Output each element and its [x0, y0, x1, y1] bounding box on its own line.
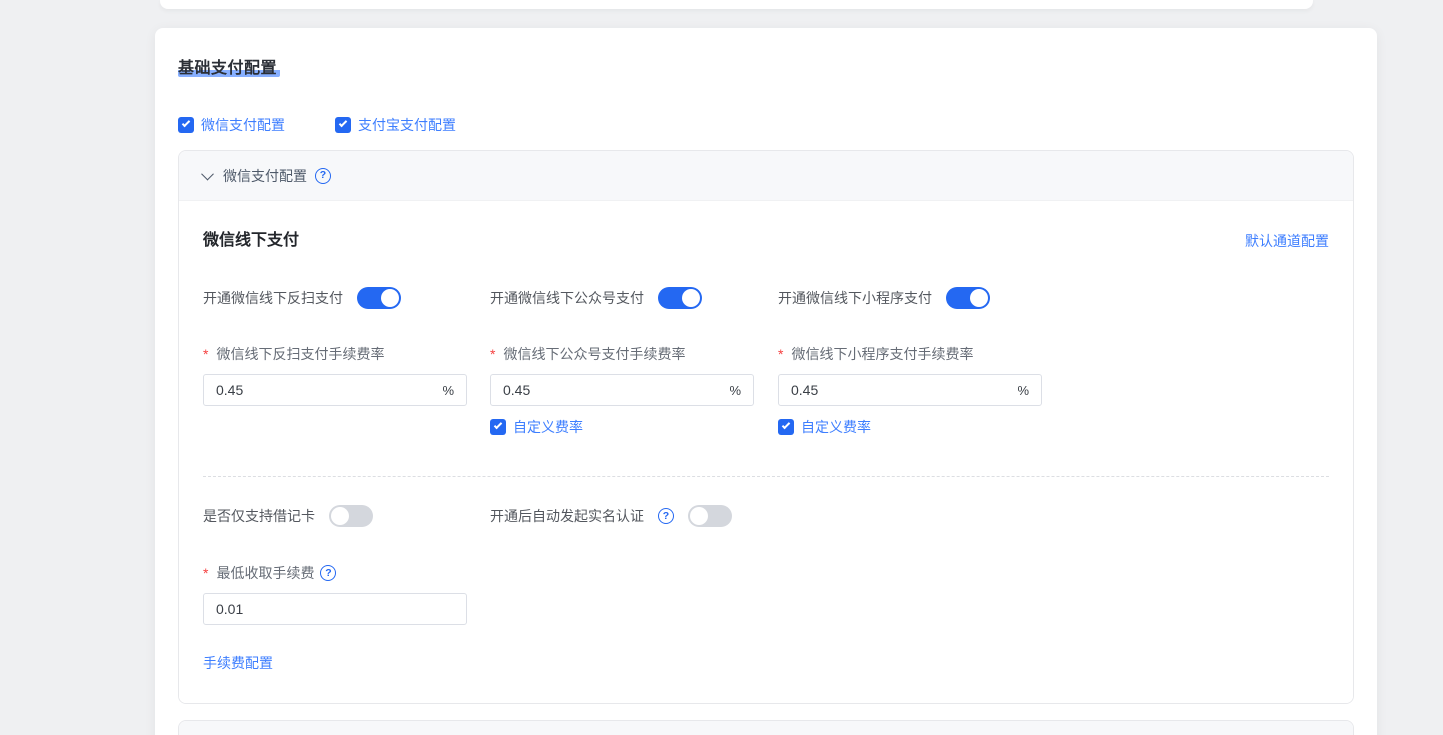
custom-rate-label: 自定义费率	[801, 419, 871, 435]
alipay-config-checkbox[interactable]: 支付宝支付配置	[335, 117, 456, 133]
mini-program-toggle[interactable]	[946, 287, 990, 309]
required-mark: *	[203, 347, 208, 362]
mini-program-custom-rate-checkbox[interactable]: 自定义费率	[778, 419, 1329, 435]
chevron-down-icon[interactable]	[201, 168, 214, 181]
mini-program-rate-input[interactable]	[791, 382, 1017, 398]
reverse-scan-rate-field: * 微信线下反扫支付手续费率 %	[203, 347, 490, 406]
toggle-knob	[970, 289, 988, 307]
percent-suffix: %	[729, 383, 741, 398]
min-fee-input[interactable]	[216, 601, 454, 617]
official-account-toggle-label: 开通微信线下公众号支付	[490, 287, 644, 309]
payment-type-checkbox-row: 微信支付配置 支付宝支付配置	[178, 117, 1354, 133]
offline-payment-section-head: 微信线下支付 默认通道配置	[203, 231, 1329, 251]
wechat-panel-body: 微信线下支付 默认通道配置 开通微信线下反扫支付 开通微信线下公众号支付 开通微…	[179, 201, 1353, 703]
debit-only-toggle-cell: 是否仅支持借记卡	[203, 505, 490, 527]
alipay-panel-header[interactable]: 支付宝支付配置	[179, 721, 1353, 735]
toggle-knob	[331, 507, 349, 525]
mini-program-rate-input-wrap: %	[778, 374, 1042, 406]
fee-config-link[interactable]: 手续费配置	[203, 654, 273, 672]
official-account-rate-input-wrap: %	[490, 374, 754, 406]
official-account-toggle[interactable]	[658, 287, 702, 309]
reverse-scan-toggle-cell: 开通微信线下反扫支付	[203, 287, 490, 309]
rate-fields-row: * 微信线下反扫支付手续费率 % * 微信线下公众号支付手续费率 % 自定义费率	[203, 347, 1329, 435]
official-account-custom-rate-checkbox[interactable]: 自定义费率	[490, 419, 778, 435]
check-icon	[181, 119, 189, 127]
required-mark: *	[778, 347, 783, 362]
required-mark: *	[490, 347, 495, 362]
realname-auth-toggle-cell: 开通后自动发起实名认证 ?	[490, 505, 778, 527]
checkbox-checked-icon[interactable]	[178, 117, 194, 133]
official-account-rate-label-text: 微信线下公众号支付手续费率	[503, 347, 685, 362]
official-account-rate-field: * 微信线下公众号支付手续费率 % 自定义费率	[490, 347, 778, 435]
wechat-panel-header[interactable]: 微信支付配置 ?	[179, 151, 1353, 201]
custom-rate-label: 自定义费率	[513, 419, 583, 435]
help-icon[interactable]: ?	[315, 168, 331, 184]
wechat-pay-config-panel: 微信支付配置 ? 微信线下支付 默认通道配置 开通微信线下反扫支付 开通微信线下…	[178, 150, 1354, 704]
page-title: 基础支付配置	[178, 58, 1354, 79]
checkbox-checked-icon[interactable]	[335, 117, 351, 133]
debit-only-toggle-label: 是否仅支持借记卡	[203, 505, 315, 527]
offline-payment-section-title: 微信线下支付	[203, 231, 299, 251]
mini-program-toggle-label: 开通微信线下小程序支付	[778, 287, 932, 309]
toggle-knob	[690, 507, 708, 525]
page-title-text: 基础支付配置	[178, 60, 280, 77]
wechat-panel-title: 微信支付配置	[223, 166, 307, 186]
alipay-config-checkbox-label: 支付宝支付配置	[358, 117, 456, 133]
checkbox-checked-icon[interactable]	[490, 419, 506, 435]
extra-toggles-row: 是否仅支持借记卡 开通后自动发起实名认证 ?	[203, 505, 1329, 527]
check-icon	[338, 119, 346, 127]
wechat-pay-config-checkbox[interactable]: 微信支付配置	[178, 117, 285, 133]
reverse-scan-toggle[interactable]	[357, 287, 401, 309]
min-fee-label: * 最低收取手续费 ?	[203, 565, 1329, 581]
mini-program-rate-label: * 微信线下小程序支付手续费率	[778, 347, 1329, 362]
reverse-scan-rate-label: * 微信线下反扫支付手续费率	[203, 347, 490, 362]
debit-only-toggle[interactable]	[329, 505, 373, 527]
realname-auth-toggle[interactable]	[688, 505, 732, 527]
check-icon	[493, 421, 501, 429]
official-account-rate-input[interactable]	[503, 382, 729, 398]
reverse-scan-rate-input[interactable]	[216, 382, 442, 398]
help-icon[interactable]: ?	[658, 508, 674, 524]
min-fee-input-wrap	[203, 593, 467, 625]
min-fee-label-text: 最低收取手续费	[216, 566, 314, 581]
required-mark: *	[203, 566, 208, 581]
reverse-scan-toggle-label: 开通微信线下反扫支付	[203, 287, 343, 309]
percent-suffix: %	[1017, 383, 1029, 398]
toggle-knob	[381, 289, 399, 307]
checkbox-checked-icon[interactable]	[778, 419, 794, 435]
percent-suffix: %	[442, 383, 454, 398]
check-icon	[781, 421, 789, 429]
official-account-rate-label: * 微信线下公众号支付手续费率	[490, 347, 778, 362]
dashed-divider	[203, 476, 1329, 477]
mini-program-toggle-cell: 开通微信线下小程序支付	[778, 287, 1329, 309]
reverse-scan-rate-label-text: 微信线下反扫支付手续费率	[216, 347, 384, 362]
wechat-pay-config-checkbox-label: 微信支付配置	[201, 117, 285, 133]
official-account-toggle-cell: 开通微信线下公众号支付	[490, 287, 778, 309]
toggle-knob	[682, 289, 700, 307]
realname-auth-toggle-label: 开通后自动发起实名认证	[490, 505, 644, 527]
help-icon[interactable]: ?	[320, 565, 336, 581]
mini-program-rate-label-text: 微信线下小程序支付手续费率	[791, 347, 973, 362]
open-payment-toggles-row: 开通微信线下反扫支付 开通微信线下公众号支付 开通微信线下小程序支付	[203, 287, 1329, 309]
basic-payment-config-card: 基础支付配置 微信支付配置 支付宝支付配置 微信支付配置 ? 微信线下支付 默认…	[155, 28, 1377, 735]
alipay-config-panel: 支付宝支付配置	[178, 720, 1354, 735]
reverse-scan-rate-input-wrap: %	[203, 374, 467, 406]
previous-card-bottom-edge	[160, 0, 1313, 9]
default-channel-config-link[interactable]: 默认通道配置	[1245, 232, 1329, 250]
mini-program-rate-field: * 微信线下小程序支付手续费率 % 自定义费率	[778, 347, 1329, 435]
